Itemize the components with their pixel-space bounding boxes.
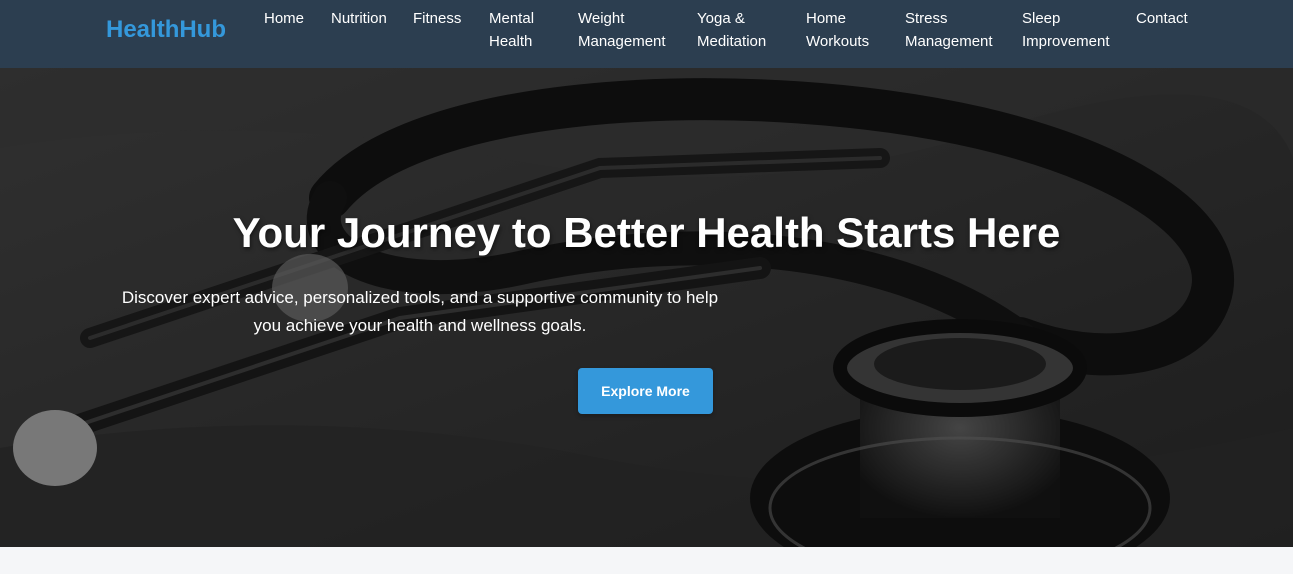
nav-item-contact[interactable]: Contact — [1136, 7, 1188, 30]
hero-title: Your Journey to Better Health Starts Her… — [232, 209, 1061, 256]
nav-item-yoga-meditation[interactable]: Yoga & Meditation — [697, 7, 766, 53]
nav-item-mental-health[interactable]: Mental Health — [489, 7, 534, 53]
hero-section: Your Journey to Better Health Starts Her… — [0, 68, 1293, 547]
nav-item-home[interactable]: Home — [264, 7, 304, 30]
nav-item-fitness[interactable]: Fitness — [413, 7, 461, 30]
top-navbar: HealthHub Home Nutrition Fitness Mental … — [0, 0, 1293, 68]
next-section-strip — [0, 547, 1293, 574]
explore-more-button[interactable]: Explore More — [578, 368, 713, 414]
nav-item-weight-management[interactable]: Weight Management — [578, 7, 666, 53]
nav-item-home-workouts[interactable]: Home Workouts — [806, 7, 869, 53]
nav-item-sleep-improvement[interactable]: Sleep Improvement — [1022, 7, 1110, 53]
nav-item-stress-management[interactable]: Stress Management — [905, 7, 993, 53]
nav-item-nutrition[interactable]: Nutrition — [331, 7, 387, 30]
hero-subtitle: Discover expert advice, personalized too… — [121, 288, 719, 335]
brand-logo[interactable]: HealthHub — [106, 16, 226, 44]
